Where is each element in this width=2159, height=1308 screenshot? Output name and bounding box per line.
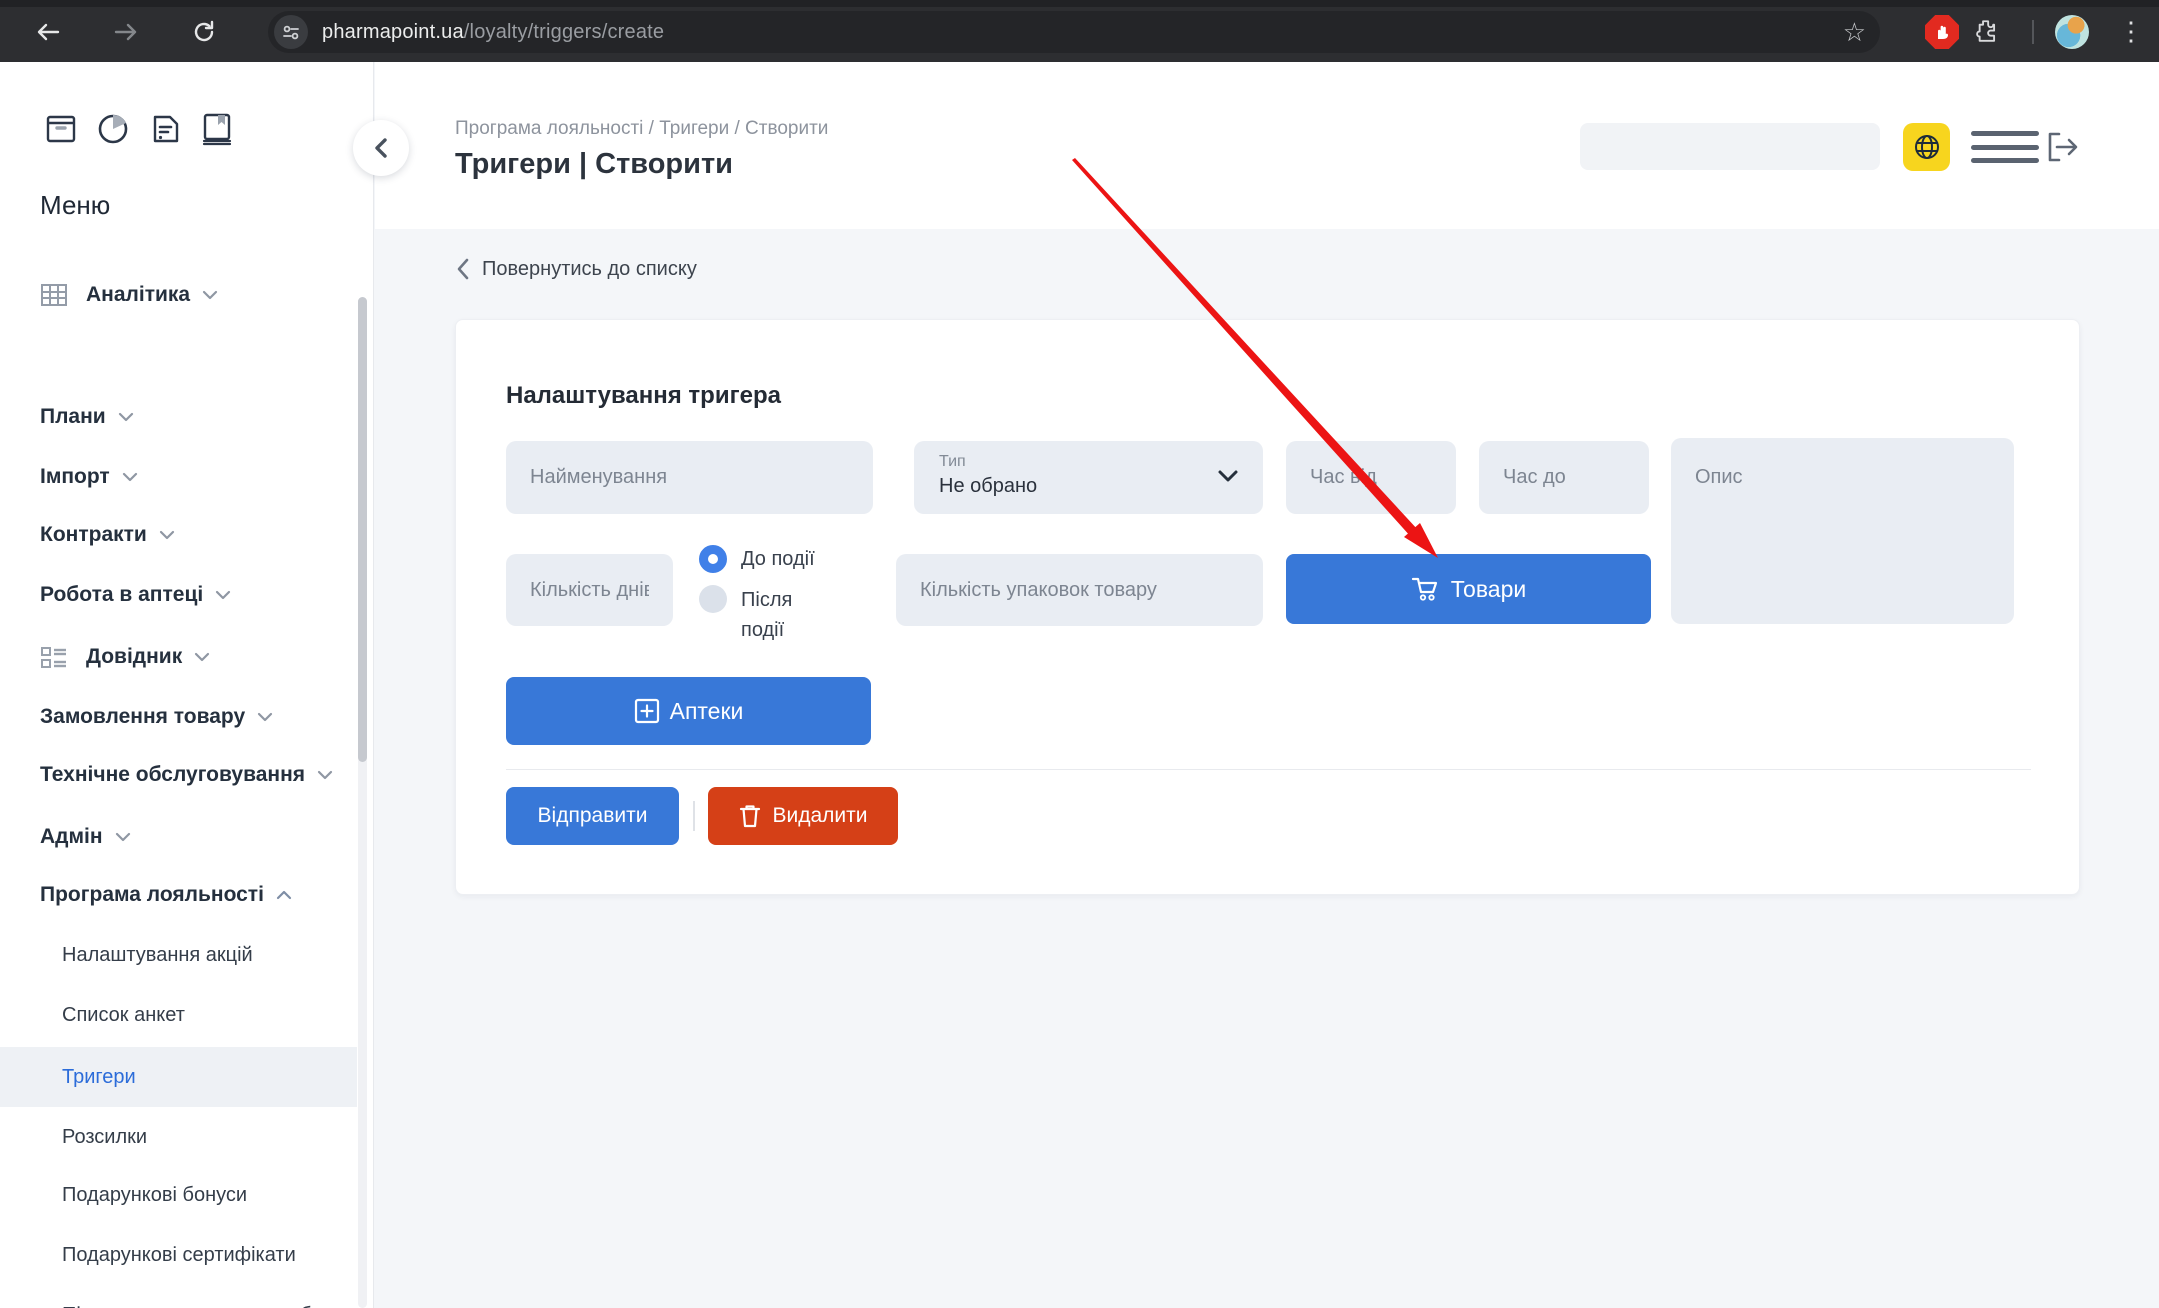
trash-icon xyxy=(738,803,762,829)
sidebar-subitem-podarunkovi-bonusy[interactable]: Подарункові бонуси xyxy=(0,1173,374,1217)
profile-avatar[interactable] xyxy=(2055,15,2089,49)
chevron-down-icon xyxy=(122,472,138,482)
radio-option-before[interactable]: До події xyxy=(699,545,821,573)
sidebar-subitem-podarunkovi-sertyfikaty[interactable]: Подарункові сертифікати xyxy=(0,1233,374,1277)
delete-button[interactable]: Видалити xyxy=(708,787,898,845)
days-count-input[interactable] xyxy=(506,554,673,626)
submit-button[interactable]: Відправити xyxy=(506,787,679,845)
breadcrumb: Програма лояльності / Тригери / Створити xyxy=(455,118,828,140)
chevron-down-icon xyxy=(194,652,210,662)
button-separator xyxy=(693,801,695,831)
app-root: pharmapoint.ua/loyalty/triggers/create ☆… xyxy=(0,0,2159,1308)
sidebar-item-analitika[interactable]: Аналітика xyxy=(0,273,374,317)
sidebar-item-admin[interactable]: Адмін xyxy=(0,815,374,859)
type-select[interactable]: Тип Не обрано xyxy=(914,441,1263,514)
main-content: Повернутись до списку Налаштування триге… xyxy=(375,229,2159,1308)
url-host: pharmapoint.ua xyxy=(322,21,464,43)
radio-selected-icon[interactable] xyxy=(699,545,727,573)
chevron-left-icon xyxy=(455,257,470,281)
toolbar-separator xyxy=(2032,20,2034,44)
packages-count-input[interactable] xyxy=(896,554,1263,626)
page-title: Тригери | Створити xyxy=(455,148,733,181)
pie-chart-icon[interactable] xyxy=(96,110,132,153)
chevron-down-icon xyxy=(115,832,131,842)
chevron-down-icon xyxy=(317,770,333,780)
language-globe-button[interactable] xyxy=(1903,123,1950,171)
cart-icon xyxy=(1411,575,1441,603)
chevron-down-icon xyxy=(215,590,231,600)
browser-toolbar: pharmapoint.ua/loyalty/triggers/create ☆… xyxy=(0,0,2159,62)
address-bar[interactable]: pharmapoint.ua/loyalty/triggers/create ☆ xyxy=(268,11,1880,53)
sidebar-subitem-trygery[interactable]: Тригери xyxy=(0,1055,374,1099)
sidebar-item-plany[interactable]: Плани xyxy=(0,395,374,439)
card-divider xyxy=(506,769,2031,770)
adblock-extension-icon[interactable] xyxy=(1925,15,1959,49)
sidebar-menu-title: Меню xyxy=(40,190,110,221)
sidebar-item-import[interactable]: Імпорт xyxy=(0,455,374,499)
pharmacies-button[interactable]: Аптеки xyxy=(506,677,871,745)
sidebar-item-robota-v-apteci[interactable]: Робота в аптеці xyxy=(0,573,374,617)
name-input[interactable] xyxy=(506,441,873,514)
chevron-down-icon xyxy=(257,712,273,722)
sidebar-item-tehnichne[interactable]: Технічне обслуговування xyxy=(0,753,374,797)
chrome-menu-icon[interactable]: ⋮ xyxy=(2118,13,2142,49)
page-header: Програма лояльності / Тригери / Створити… xyxy=(375,62,2159,229)
hamburger-menu-icon[interactable] xyxy=(1971,131,2039,163)
time-to-input[interactable] xyxy=(1479,441,1649,514)
globe-icon xyxy=(1913,133,1941,161)
radio-unselected-icon[interactable] xyxy=(699,585,727,613)
list-details-icon xyxy=(40,644,68,670)
browser-forward-button[interactable] xyxy=(108,14,144,50)
card-heading: Налаштування тригера xyxy=(506,382,781,410)
description-textarea[interactable] xyxy=(1671,438,2014,624)
extensions-puzzle-icon[interactable] xyxy=(1968,13,2004,49)
products-button[interactable]: Товари xyxy=(1286,554,1651,624)
archive-box-icon[interactable] xyxy=(44,110,78,153)
sidebar: Меню Аналітика Плани Імпорт Контракти Ро… xyxy=(0,62,374,1308)
sidebar-scrollbar-thumb[interactable] xyxy=(358,297,367,762)
sidebar-item-zamovlennya[interactable]: Замовлення товару xyxy=(0,695,374,739)
time-from-input[interactable] xyxy=(1286,441,1456,514)
browser-back-button[interactable] xyxy=(30,14,66,50)
radio-option-after[interactable]: Після події xyxy=(699,585,821,645)
sidebar-subitem-spysok-anket[interactable]: Список анкет xyxy=(0,993,374,1037)
site-settings-icon[interactable] xyxy=(274,15,308,49)
chevron-down-icon xyxy=(159,530,175,540)
chevron-left-icon xyxy=(372,137,390,159)
window-top-edge xyxy=(0,0,2159,7)
back-to-list-link[interactable]: Повернутись до списку xyxy=(455,257,697,281)
event-timing-radio-group: До події Після події xyxy=(699,545,821,645)
sidebar-subitem-pidtverdzhennya[interactable]: Підтвердження списання бону... xyxy=(0,1293,374,1308)
sidebar-subitem-rozsylky[interactable]: Розсилки xyxy=(0,1115,374,1159)
sidebar-quick-icons xyxy=(44,110,234,153)
url-path: /loyalty/triggers/create xyxy=(464,21,664,43)
sidebar-subitem-nalashtuvannya-akciy[interactable]: Налаштування акцій xyxy=(0,933,374,977)
sidebar-collapse-button[interactable] xyxy=(353,120,409,176)
plus-square-icon xyxy=(634,698,660,724)
sidebar-item-dovidnyk[interactable]: Довідник xyxy=(0,635,374,679)
type-select-label: Тип xyxy=(939,453,966,471)
sidebar-item-kontrakty[interactable]: Контракти xyxy=(0,513,374,557)
url-text: pharmapoint.ua/loyalty/triggers/create xyxy=(322,21,664,44)
document-icon[interactable] xyxy=(150,110,182,153)
chevron-down-icon xyxy=(202,290,218,300)
browser-reload-button[interactable] xyxy=(186,14,222,50)
chevron-down-icon xyxy=(1217,469,1239,483)
bookmark-star-icon[interactable]: ☆ xyxy=(1843,15,1866,49)
book-icon[interactable] xyxy=(200,110,234,153)
type-select-value: Не обрано xyxy=(939,475,1037,498)
chevron-down-icon xyxy=(118,412,134,422)
logout-button[interactable] xyxy=(2041,126,2083,168)
logout-icon xyxy=(2042,127,2082,167)
chevron-up-icon xyxy=(276,890,292,900)
sidebar-item-programa-loyalnosti[interactable]: Програма лояльності xyxy=(0,873,374,917)
trigger-settings-card: Налаштування тригера Тип Не обрано До по… xyxy=(455,319,2080,895)
header-search-box[interactable] xyxy=(1580,123,1880,170)
grid-table-icon xyxy=(40,282,68,308)
